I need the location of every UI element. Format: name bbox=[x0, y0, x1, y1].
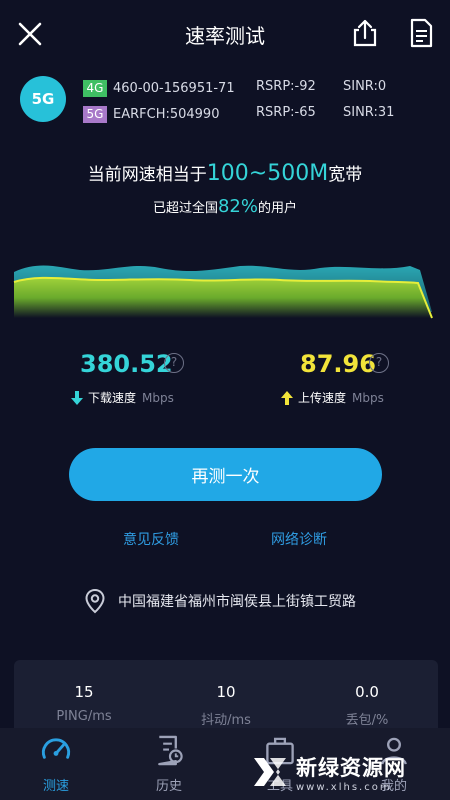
download-help-icon[interactable]: ? bbox=[164, 353, 184, 373]
ping-value: 15 bbox=[74, 683, 94, 701]
watermark-logo-icon bbox=[254, 758, 286, 786]
upload-speed-value: 87.96 bbox=[300, 350, 376, 378]
watermark-url: www.xlhs.com bbox=[296, 781, 392, 793]
packet-loss-value: 0.0 bbox=[355, 683, 379, 701]
tag-4g: 4G bbox=[83, 79, 107, 97]
ranking-summary: 已超过全国82%的用户 bbox=[0, 196, 450, 217]
bandwidth-prefix: 当前网速相当于 bbox=[87, 165, 207, 185]
document-icon bbox=[410, 18, 433, 48]
network-row-5g: 5G EARFCH:504990 bbox=[83, 104, 219, 124]
nav-item-history[interactable]: 历史 bbox=[139, 734, 199, 794]
location-text: 中国福建省福州市闽侯县上街镇工贸路 bbox=[118, 594, 356, 610]
location-row: 中国福建省福州市闽侯县上街镇工贸路 bbox=[84, 586, 356, 616]
page-title: 速率测试 bbox=[185, 24, 265, 48]
tag-5g: 5G bbox=[83, 105, 107, 123]
header-bar: 速率测试 bbox=[0, 0, 450, 68]
upload-help-icon[interactable]: ? bbox=[369, 353, 389, 373]
ranking-prefix: 已超过全国 bbox=[152, 201, 218, 216]
cell-id-4g: 460-00-156951-71 bbox=[113, 80, 235, 96]
share-button[interactable] bbox=[348, 16, 382, 50]
download-label: 下载速度 Mbps bbox=[70, 389, 174, 406]
speed-wave-graph bbox=[13, 265, 433, 319]
earfch-5g: EARFCH:504990 bbox=[113, 106, 220, 122]
diagnose-link[interactable]: 网络诊断 bbox=[271, 529, 327, 549]
download-speed-value: 380.52 bbox=[80, 350, 173, 378]
arrow-down-icon bbox=[71, 390, 83, 405]
network-type-badge: 5G bbox=[20, 76, 66, 122]
upload-unit: Mbps bbox=[352, 390, 384, 405]
ranking-percent: 82% bbox=[217, 196, 258, 217]
ping-label: PING/ms bbox=[56, 709, 112, 724]
sinr-5g: SINR:31 bbox=[343, 105, 395, 120]
rsrp-5g: RSRP:-65 bbox=[256, 105, 316, 120]
location-pin-icon bbox=[85, 588, 105, 614]
upload-label: 上传速度 Mbps bbox=[280, 389, 384, 406]
ranking-suffix: 的用户 bbox=[258, 201, 298, 216]
watermark: 新绿资源网 www.xlhs.com bbox=[250, 746, 450, 798]
sinr-4g: SINR:0 bbox=[343, 79, 387, 94]
nav-label-speedtest: 测速 bbox=[42, 779, 69, 794]
watermark-title: 新绿资源网 bbox=[296, 755, 406, 780]
jitter-value: 10 bbox=[216, 683, 236, 701]
nav-label-history: 历史 bbox=[155, 779, 182, 794]
packet-loss-label: 丢包/% bbox=[345, 713, 389, 728]
bandwidth-summary: 当前网速相当于100~500M宽带 bbox=[0, 160, 450, 186]
jitter-label: 抖动/ms bbox=[201, 713, 251, 728]
bandwidth-suffix: 宽带 bbox=[328, 165, 363, 185]
report-button[interactable] bbox=[404, 16, 438, 50]
speedometer-icon bbox=[41, 738, 71, 759]
share-icon bbox=[353, 19, 377, 47]
download-wave bbox=[14, 277, 432, 318]
download-label-text: 下载速度 bbox=[88, 391, 137, 405]
nav-item-speedtest[interactable]: 测速 bbox=[26, 734, 86, 794]
feedback-link[interactable]: 意见反馈 bbox=[123, 529, 179, 549]
bandwidth-range: 100~500M bbox=[206, 161, 329, 186]
rsrp-4g: RSRP:-92 bbox=[256, 79, 316, 94]
arrow-up-icon bbox=[281, 390, 293, 405]
retest-button[interactable]: 再测一次 bbox=[69, 448, 382, 501]
network-row-4g: 4G 460-00-156951-71 bbox=[83, 78, 235, 98]
history-icon bbox=[158, 735, 183, 766]
upload-label-text: 上传速度 bbox=[298, 391, 347, 405]
download-unit: Mbps bbox=[142, 390, 174, 405]
